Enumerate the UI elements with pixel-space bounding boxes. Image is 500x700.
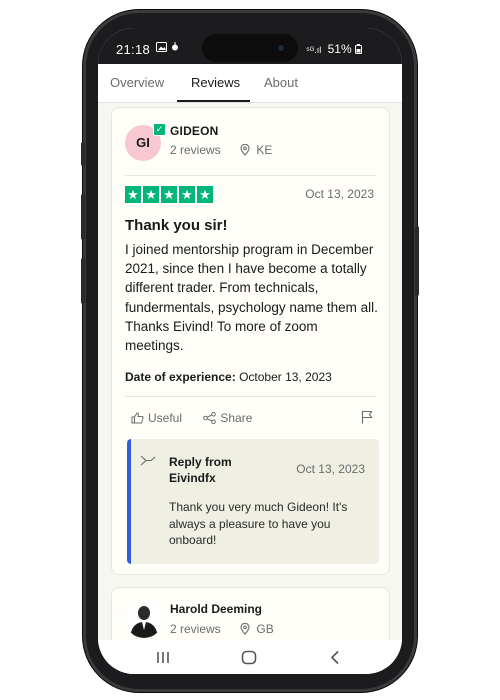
notification-icons — [156, 42, 182, 56]
status-bar: 21:18 ⁵ᴳ.ıl 51% — [98, 28, 402, 64]
active-tab-indicator — [177, 100, 250, 102]
tab-overview[interactable]: Overview — [110, 75, 164, 90]
home-icon[interactable] — [241, 650, 257, 665]
volume-up-button — [81, 142, 85, 166]
reviews-count: 2 reviews — [170, 143, 221, 157]
review-actions: Useful Share — [131, 411, 270, 427]
review-date: Oct 13, 2023 — [305, 187, 374, 201]
company-reply: Reply from Eivindfx Oct 13, 2023 Thank y… — [127, 439, 379, 564]
reviews-count: 2 reviews — [170, 622, 221, 636]
gallery-icon — [156, 42, 178, 52]
reply-date: Oct 13, 2023 — [296, 462, 365, 476]
power-button — [415, 226, 419, 296]
share-button[interactable]: Share — [203, 411, 252, 425]
avatar[interactable] — [125, 600, 163, 638]
reply-arrow-icon — [140, 455, 156, 466]
date-of-experience: Date of experience: October 13, 2023 — [125, 370, 332, 384]
review-title: Thank you sir! — [125, 217, 228, 234]
status-time: 21:18 — [116, 42, 151, 57]
divider — [125, 396, 376, 397]
reply-from: Reply from Eivindfx — [169, 455, 232, 485]
reviewer-country: KE — [256, 143, 273, 157]
tab-reviews[interactable]: Reviews — [191, 75, 240, 90]
recent-apps-icon[interactable] — [156, 651, 170, 664]
star-icon: ★ — [125, 186, 141, 203]
star-icon: ★ — [161, 186, 177, 203]
signal-icon: ⁵ᴳ.ıl — [306, 45, 322, 55]
volume-down-button — [81, 194, 85, 240]
star-rating: ★ ★ ★ ★ ★ — [125, 186, 213, 203]
system-nav-bar — [98, 640, 402, 674]
reviewer-meta: 2 reviews GB — [170, 622, 274, 636]
status-right: ⁵ᴳ.ıl 51% — [306, 42, 362, 56]
profile-photo-icon — [125, 600, 163, 638]
reviewer-name[interactable]: GIDEON — [170, 124, 219, 138]
useful-button[interactable]: Useful — [131, 411, 182, 425]
share-icon — [203, 412, 217, 424]
battery-percent: 51% — [327, 42, 352, 56]
review-card: Harold Deeming 2 reviews GB — [111, 587, 390, 640]
share-label: Share — [220, 411, 253, 425]
reviewer-name[interactable]: Harold Deeming — [170, 602, 262, 616]
tab-about[interactable]: About — [264, 75, 298, 90]
flag-icon[interactable] — [361, 410, 373, 424]
reviews-list[interactable]: GI ✓ GIDEON 2 reviews KE ★ ★ ★ ★ ★ Oct 1… — [98, 103, 402, 640]
location-pin-icon — [240, 144, 250, 156]
back-icon[interactable] — [330, 650, 340, 665]
camera-lens — [276, 43, 286, 53]
divider — [125, 175, 376, 176]
battery-icon — [355, 44, 362, 54]
tab-bar: Overview Reviews About — [98, 64, 402, 103]
reply-text: Thank you very much Gideon! It's always … — [169, 500, 348, 547]
useful-label: Useful — [148, 411, 183, 425]
star-icon: ★ — [197, 186, 213, 203]
camera-notch — [202, 34, 298, 62]
thumbs-up-icon — [131, 412, 144, 424]
experience-label: Date of experience: — [125, 370, 236, 384]
reviewer-meta: 2 reviews KE — [170, 143, 272, 157]
reviewer-country: GB — [256, 622, 274, 636]
screen: 21:18 ⁵ᴳ.ıl 51% Overview Reviews About G… — [98, 28, 402, 674]
location-pin-icon — [240, 623, 250, 635]
star-icon: ★ — [179, 186, 195, 203]
verified-icon: ✓ — [153, 123, 166, 136]
star-icon: ★ — [143, 186, 159, 203]
silent-switch — [81, 258, 85, 304]
experience-date: October 13, 2023 — [239, 370, 332, 384]
review-body: I joined mentorship program in December … — [125, 242, 378, 354]
review-card: GI ✓ GIDEON 2 reviews KE ★ ★ ★ ★ ★ Oct 1… — [111, 107, 390, 575]
